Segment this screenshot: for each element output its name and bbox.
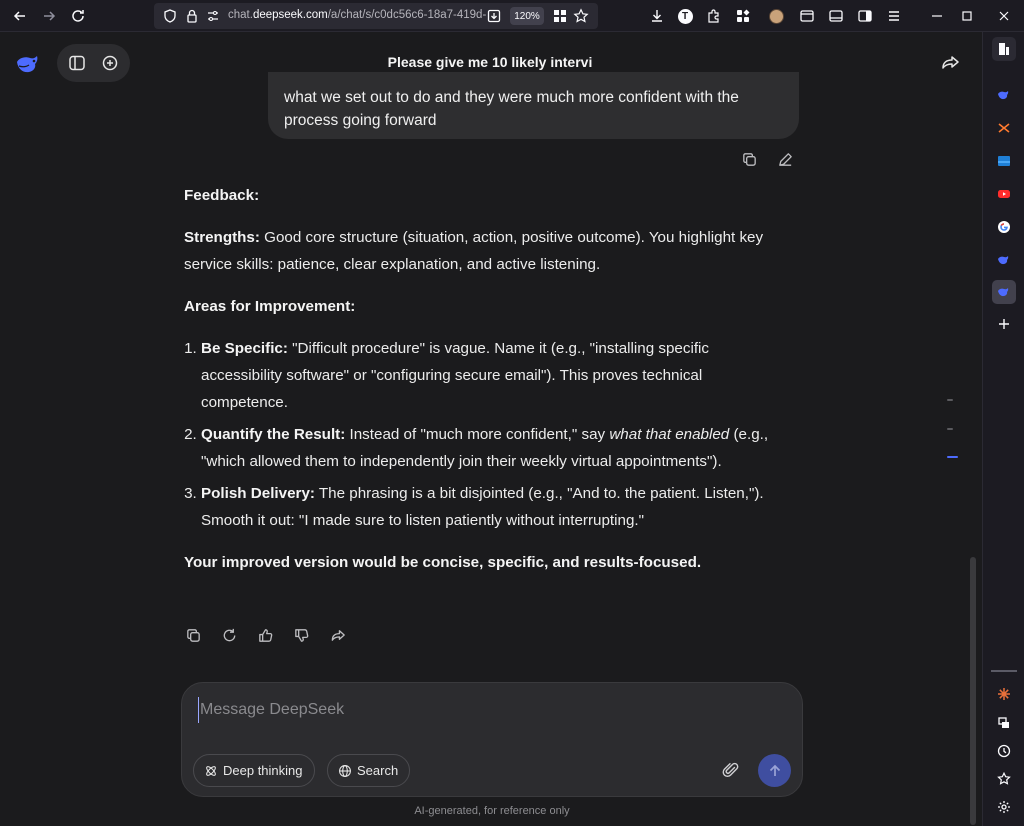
deepseek-active-sidebar-icon[interactable] <box>992 280 1016 304</box>
list-item-label: Polish Delivery: <box>201 485 315 502</box>
new-chat-button[interactable] <box>99 52 121 74</box>
sidebar-divider <box>991 670 1017 672</box>
download-icon[interactable] <box>645 4 669 28</box>
bookmarks-icon[interactable] <box>992 767 1016 791</box>
close-window-icon[interactable] <box>992 4 1016 28</box>
profile-initial: T <box>677 8 693 24</box>
synced-tabs-icon[interactable] <box>992 711 1016 735</box>
shield-icon[interactable] <box>158 4 182 28</box>
chat-title: Please give me 10 likely intervi <box>387 54 593 70</box>
message-nav-marker-active[interactable] <box>947 456 958 458</box>
deepseek-alt-sidebar-icon[interactable] <box>992 248 1016 272</box>
improvement-list: Be Specific: "Difficult procedure" is va… <box>184 335 784 534</box>
copy-answer-icon[interactable] <box>182 624 204 646</box>
list-item-label: Quantify the Result: <box>201 426 346 443</box>
browser-sidebar <box>982 32 1024 826</box>
assistant-answer: Feedback: Strengths: Good core structure… <box>184 182 784 591</box>
bookmark-star-icon[interactable] <box>569 4 593 28</box>
strengths-paragraph: Strengths: Good core structure (situatio… <box>184 224 784 278</box>
url-domain: deepseek.com <box>252 9 328 21</box>
add-panel-icon[interactable] <box>992 312 1016 336</box>
profile-avatar-icon[interactable]: T <box>673 4 697 28</box>
message-input[interactable] <box>198 697 758 723</box>
list-item-label: Be Specific: <box>201 340 288 357</box>
deepseek-logo-icon[interactable] <box>14 50 44 76</box>
deepseek-sidebar-icon[interactable] <box>992 83 1016 107</box>
message-composer: Deep thinking Search <box>181 682 803 797</box>
reader-view-icon[interactable] <box>482 4 506 28</box>
disclaimer-note: AI-generated, for reference only <box>414 805 570 817</box>
container-tabs-icon[interactable] <box>795 4 819 28</box>
list-item: Polish Delivery: The phrasing is a bit d… <box>201 480 784 534</box>
answer-heading: Feedback: <box>184 187 260 204</box>
search-label: Search <box>357 763 399 778</box>
sidebar-controls <box>57 44 130 82</box>
send-button[interactable] <box>758 754 791 787</box>
url-text[interactable]: chat.deepseek.com/a/chat/s/c0dc56c6-18a7… <box>228 9 510 21</box>
list-item-italic: what that enabled <box>609 426 730 443</box>
list-item: Quantify the Result: Instead of "much mo… <box>201 421 784 475</box>
list-item: Be Specific: "Difficult procedure" is va… <box>201 335 784 416</box>
strengths-label: Strengths: <box>184 229 260 246</box>
url-bar[interactable]: chat.deepseek.com/a/chat/s/c0dc56c6-18a7… <box>154 3 598 29</box>
extensions-puzzle-icon[interactable] <box>702 4 726 28</box>
sidebar-toggle-button[interactable] <box>66 52 88 74</box>
url-prefix: chat. <box>228 9 253 21</box>
user-message-line-2: process going forward <box>284 112 437 129</box>
answer-closing: Your improved version would be concise, … <box>184 554 702 571</box>
deep-thinking-label: Deep thinking <box>223 763 303 778</box>
arrow-up-icon <box>769 764 780 776</box>
youtube-sidebar-icon[interactable] <box>992 182 1016 206</box>
history-icon[interactable] <box>992 739 1016 763</box>
attach-file-icon[interactable] <box>720 759 742 781</box>
thumbs-up-icon[interactable] <box>254 624 276 646</box>
atom-icon <box>206 765 216 776</box>
ai-chatbot-sidebar-icon[interactable] <box>992 682 1016 706</box>
minimize-icon[interactable] <box>925 4 949 28</box>
outlook-sidebar-icon[interactable] <box>992 149 1016 173</box>
message-nav-marker[interactable] <box>947 428 953 430</box>
reload-icon[interactable] <box>66 4 90 28</box>
sidebar-toggle-icon[interactable] <box>853 4 877 28</box>
permissions-icon[interactable] <box>201 4 225 28</box>
reader-sidebar-icon[interactable] <box>824 4 848 28</box>
copy-message-icon[interactable] <box>738 148 760 170</box>
back-icon[interactable] <box>8 4 32 28</box>
search-button[interactable]: Search <box>327 754 411 787</box>
message-nav-marker[interactable] <box>947 399 953 401</box>
forward-icon[interactable] <box>37 4 61 28</box>
improvement-heading: Areas for Improvement: <box>184 298 356 315</box>
list-item-text: Instead of "much more confident," say <box>345 426 610 443</box>
menu-icon[interactable] <box>882 4 906 28</box>
browser-toolbar: chat.deepseek.com/a/chat/s/c0dc56c6-18a7… <box>0 0 1024 32</box>
deep-thinking-button[interactable]: Deep thinking <box>193 754 315 787</box>
url-path: /a/chat/s/c0dc56c6-18a7-419d- <box>327 9 487 21</box>
settings-gear-icon[interactable] <box>992 795 1016 819</box>
sidebar-reader-icon[interactable] <box>992 37 1016 61</box>
user-message-bubble: what we set out to do and they were much… <box>268 72 799 139</box>
regenerate-icon[interactable] <box>218 624 240 646</box>
apps-grid-icon[interactable] <box>731 4 755 28</box>
maximize-icon[interactable] <box>955 4 979 28</box>
zoom-level-badge[interactable]: 120% <box>510 7 544 25</box>
strengths-text: Good core structure (situation, action, … <box>184 229 764 273</box>
edit-message-icon[interactable] <box>774 148 796 170</box>
share-chat-icon[interactable] <box>940 52 962 74</box>
thumbs-down-icon[interactable] <box>290 624 312 646</box>
cross-arrows-sidebar-icon[interactable] <box>992 116 1016 140</box>
share-answer-icon[interactable] <box>327 624 349 646</box>
user-message-line-1: what we set out to do and they were much… <box>284 89 739 106</box>
chat-app: Please give me 10 likely intervi what we… <box>0 32 982 826</box>
scrollbar-thumb[interactable] <box>970 557 976 825</box>
globe-icon <box>339 764 351 777</box>
google-sidebar-icon[interactable] <box>992 215 1016 239</box>
account-avatar-icon[interactable] <box>764 4 788 28</box>
